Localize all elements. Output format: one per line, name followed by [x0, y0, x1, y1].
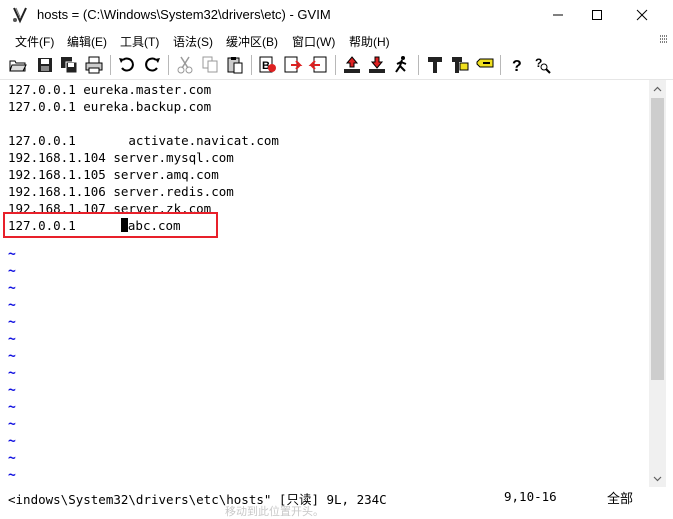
editor-line[interactable]: 192.168.1.106 server.redis.com [8, 183, 234, 200]
save-icon[interactable] [35, 55, 55, 75]
menu-help[interactable]: 帮助(H) [349, 33, 390, 50]
load-session-icon[interactable] [342, 55, 362, 75]
svg-text:?: ? [512, 58, 522, 75]
make-icon[interactable] [425, 55, 445, 75]
empty-line-marker: ~ [8, 264, 16, 279]
gvim-app-icon[interactable] [11, 6, 29, 24]
vertical-scrollbar[interactable] [649, 80, 666, 487]
chevron-up-icon [653, 86, 662, 91]
save-all-icon[interactable] [59, 55, 79, 75]
find-help-icon[interactable]: ? [532, 55, 552, 75]
find-next-icon[interactable] [283, 55, 303, 75]
chevron-down-icon [653, 476, 662, 481]
toolbar-separator [418, 55, 419, 75]
scroll-down-button[interactable] [649, 470, 666, 487]
print-icon[interactable] [84, 55, 104, 75]
replace-icon[interactable]: B [258, 55, 278, 75]
toolbar-separator [500, 55, 501, 75]
window-right-edge [666, 80, 673, 514]
empty-line-marker: ~ [8, 451, 16, 466]
menu-tools[interactable]: 工具(T) [120, 33, 159, 50]
empty-line-marker: ~ [8, 366, 16, 381]
close-button[interactable] [619, 0, 665, 30]
minimize-icon [553, 14, 563, 16]
empty-line-marker: ~ [8, 417, 16, 432]
shell-icon[interactable] [450, 55, 470, 75]
title-bar: hosts = (C:\Windows\System32\drivers\etc… [0, 0, 673, 30]
empty-line-marker: ~ [8, 349, 16, 364]
menu-window[interactable]: 窗口(W) [292, 33, 335, 50]
copy-icon[interactable] [200, 55, 220, 75]
empty-line-marker: ~ [8, 332, 16, 347]
run-script-icon[interactable] [392, 55, 412, 75]
toolbar-separator [168, 55, 169, 75]
maximize-icon [592, 10, 602, 20]
empty-line-marker: ~ [8, 247, 16, 262]
scroll-position: 全部 [607, 492, 634, 507]
paste-icon[interactable] [225, 55, 245, 75]
empty-line-marker: ~ [8, 468, 16, 483]
highlight-annotation-box [3, 212, 218, 238]
save-session-icon[interactable] [367, 55, 387, 75]
menu-buffers[interactable]: 缓冲区(B) [226, 33, 278, 50]
editor-line[interactable]: 127.0.0.1 eureka.master.com [8, 81, 211, 98]
editor-line[interactable]: 127.0.0.1 eureka.backup.com [8, 98, 211, 115]
redo-icon[interactable] [142, 55, 162, 75]
status-line: <indows\System32\drivers\etc\hosts" [只读]… [0, 487, 666, 518]
toolbar-separator [335, 55, 336, 75]
cut-icon[interactable] [175, 55, 195, 75]
menu-syntax[interactable]: 语法(S) [173, 33, 213, 50]
tooltip-remnant: 移动到此位置开头。 [225, 506, 324, 518]
empty-line-marker: ~ [8, 434, 16, 449]
empty-line-marker: ~ [8, 383, 16, 398]
cursor-position: 9,10-16 [504, 489, 557, 504]
empty-line-marker: ~ [8, 315, 16, 330]
menu-file[interactable]: 文件(F) [15, 33, 54, 50]
menu-bar: 文件(F) 编辑(E) 工具(T) 语法(S) 缓冲区(B) 窗口(W) 帮助(… [0, 30, 673, 51]
editor-line[interactable]: 192.168.1.104 server.mysql.com [8, 149, 234, 166]
find-prev-icon[interactable] [308, 55, 328, 75]
toolbar: B ? ? [0, 51, 673, 80]
empty-line-marker: ~ [8, 298, 16, 313]
open-file-icon[interactable] [8, 55, 28, 75]
close-icon [636, 9, 648, 21]
empty-line-marker: ~ [8, 400, 16, 415]
window-title: hosts = (C:\Windows\System32\drivers\etc… [37, 7, 331, 22]
scrollbar-thumb[interactable] [651, 98, 664, 380]
editor-line[interactable]: 192.168.1.105 server.amq.com [8, 166, 219, 183]
toolbar-separator [251, 55, 252, 75]
text-editor[interactable]: 127.0.0.1 eureka.master.com 127.0.0.1 eu… [0, 80, 649, 487]
menu-edit[interactable]: 编辑(E) [67, 33, 107, 50]
toolbar-separator [110, 55, 111, 75]
empty-line-marker: ~ [8, 281, 16, 296]
editor-line[interactable]: 127.0.0.1 activate.navicat.com [8, 132, 279, 149]
file-info: <indows\System32\drivers\etc\hosts" [只读]… [8, 492, 387, 507]
tearoff-icon[interactable] [659, 34, 669, 46]
help-icon[interactable]: ? [507, 55, 527, 75]
tag-jump-icon[interactable] [475, 55, 495, 75]
scroll-up-button[interactable] [649, 80, 666, 97]
maximize-button[interactable] [574, 0, 620, 30]
undo-icon[interactable] [117, 55, 137, 75]
